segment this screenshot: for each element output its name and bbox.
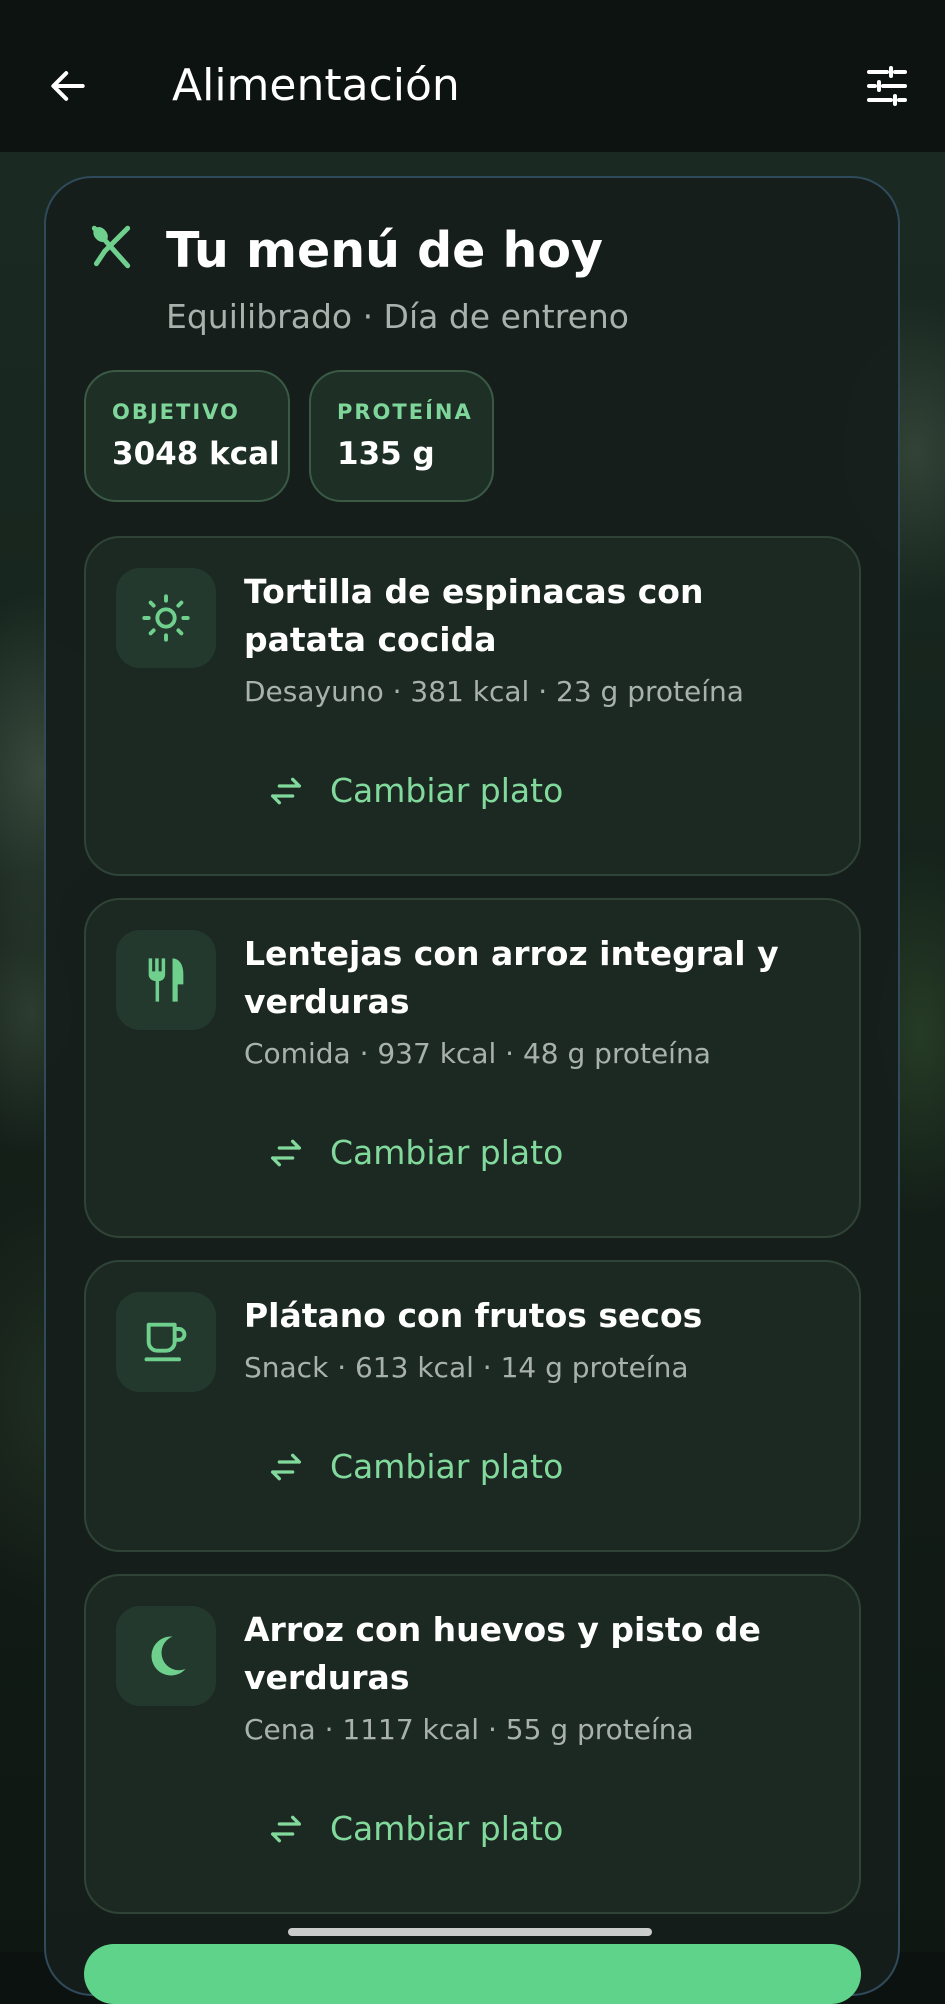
meal-icon-container: [116, 1292, 216, 1392]
change-dish-label: Cambiar plato: [330, 771, 564, 810]
meal-card-comida: Lentejas con arroz integral y verduras C…: [84, 898, 861, 1238]
stat-label: OBJETIVO: [112, 400, 240, 424]
swap-arrows-icon: [271, 777, 301, 805]
meal-card-snack: Plátano con frutos secos Snack · 613 kca…: [84, 1260, 861, 1552]
restaurant-icon: [148, 958, 184, 1002]
stat-chip-proteina: PROTEÍNA 135 g: [309, 370, 494, 502]
arrow-left-icon: [51, 71, 85, 101]
stat-value: 3048 kcal: [112, 436, 280, 472]
fork-spoon-icon: [91, 225, 131, 269]
swap-arrows-icon: [271, 1815, 301, 1843]
meal-card-desayuno: Tortilla de espinacas con patata cocida …: [84, 536, 861, 876]
meal-icon-container: [116, 930, 216, 1030]
bottom-action-button[interactable]: [84, 1944, 861, 2004]
meal-name: Lentejas con arroz integral y verduras: [244, 934, 779, 1021]
home-indicator[interactable]: [288, 1928, 652, 1936]
change-dish-button[interactable]: Cambiar plato: [266, 756, 563, 826]
stat-label: PROTEÍNA: [337, 400, 473, 424]
tune-sliders-icon: [867, 66, 907, 106]
meal-card-cena: Arroz con huevos y pisto de verduras Cen…: [84, 1574, 861, 1914]
meal-name: Tortilla de espinacas con patata cocida: [244, 572, 704, 659]
meal-name: Arroz con huevos y pisto de verduras: [244, 1610, 761, 1697]
menu-title: Tu menú de hoy: [166, 222, 603, 279]
swap-arrows-icon: [271, 1139, 301, 1167]
sun-icon: [142, 594, 190, 642]
swap-arrows-icon: [271, 1453, 301, 1481]
meal-name: Plátano con frutos secos: [244, 1296, 703, 1335]
menu-subtitle: Equilibrado · Día de entreno: [166, 297, 629, 336]
app-bar: Alimentación: [0, 0, 945, 152]
stat-value: 135 g: [337, 436, 435, 472]
moon-icon: [151, 1636, 186, 1676]
change-dish-label: Cambiar plato: [330, 1133, 564, 1172]
change-dish-label: Cambiar plato: [330, 1809, 564, 1848]
meal-info: Desayuno · 381 kcal · 23 g proteína: [244, 675, 744, 708]
meal-icon-container: [116, 1606, 216, 1706]
coffee-cup-icon: [144, 1322, 187, 1362]
meal-info: Snack · 613 kcal · 14 g proteína: [244, 1351, 689, 1384]
meal-icon-container: [116, 568, 216, 668]
change-dish-button[interactable]: Cambiar plato: [266, 1432, 563, 1502]
change-dish-button[interactable]: Cambiar plato: [266, 1794, 563, 1864]
filter-button[interactable]: [849, 48, 925, 124]
change-dish-button[interactable]: Cambiar plato: [266, 1118, 563, 1188]
page-title: Alimentación: [172, 60, 460, 111]
meal-info: Comida · 937 kcal · 48 g proteína: [244, 1037, 711, 1070]
stat-chip-objetivo: OBJETIVO 3048 kcal: [84, 370, 290, 502]
change-dish-label: Cambiar plato: [330, 1447, 564, 1486]
back-button[interactable]: [30, 48, 106, 124]
meal-info: Cena · 1117 kcal · 55 g proteína: [244, 1713, 694, 1746]
